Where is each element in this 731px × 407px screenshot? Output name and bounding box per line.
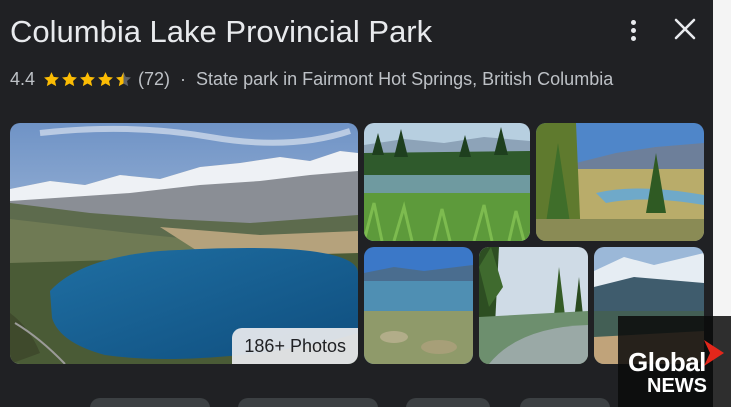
action-chip[interactable] bbox=[90, 398, 210, 407]
photo-forest-creek[interactable] bbox=[479, 247, 588, 364]
place-subtitle: 4.4 (72) · State park in Fairmont Hot Sp… bbox=[10, 67, 613, 91]
forest-creek-image bbox=[479, 247, 588, 364]
rating-value: 4.4 bbox=[10, 68, 36, 89]
photo-count-badge[interactable]: 186+ Photos bbox=[232, 328, 358, 364]
river-valley-image bbox=[536, 123, 704, 241]
logo-line-news: NEWS bbox=[647, 375, 707, 397]
knowledge-panel: Columbia Lake Provincial Park 4.4 (72) ·… bbox=[0, 0, 713, 407]
rating-stars bbox=[43, 71, 132, 88]
action-chip[interactable] bbox=[406, 398, 490, 407]
more-vertical-icon bbox=[630, 19, 636, 25]
lake-shore-image bbox=[364, 247, 473, 364]
global-news-logo: Global NEWS bbox=[618, 316, 731, 407]
star-icon bbox=[44, 71, 59, 86]
logo-line-global: Global bbox=[628, 347, 706, 377]
close-button[interactable] bbox=[672, 16, 698, 42]
separator-dot: · bbox=[180, 68, 187, 89]
photo-main-lake-aerial[interactable]: 186+ Photos bbox=[10, 123, 358, 364]
half-star-icon bbox=[116, 71, 131, 86]
star-icon bbox=[80, 71, 95, 86]
meadow-image bbox=[364, 123, 530, 241]
close-icon bbox=[674, 18, 696, 40]
star-icon bbox=[62, 71, 77, 86]
review-count-link[interactable]: (72) bbox=[138, 69, 170, 90]
action-chip[interactable] bbox=[520, 398, 610, 407]
place-title: Columbia Lake Provincial Park bbox=[10, 14, 433, 49]
action-chip[interactable] bbox=[238, 398, 378, 407]
star-icon bbox=[98, 71, 113, 86]
photo-river-valley[interactable] bbox=[536, 123, 704, 241]
more-options-button[interactable] bbox=[620, 14, 646, 46]
photo-lake-shore[interactable] bbox=[364, 247, 473, 364]
photo-meadow-forest[interactable] bbox=[364, 123, 530, 241]
place-category: State park in Fairmont Hot Springs, Brit… bbox=[196, 68, 614, 89]
